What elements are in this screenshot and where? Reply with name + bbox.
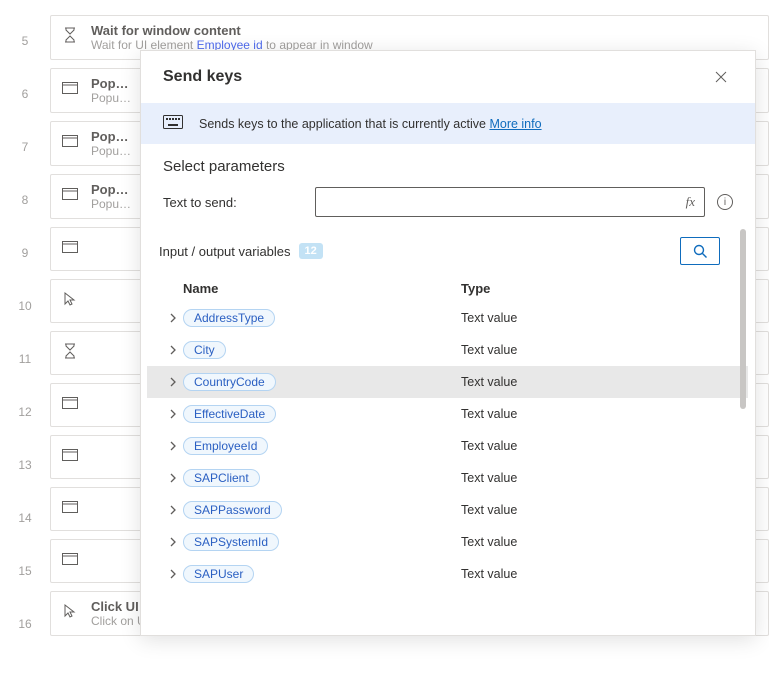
window-icon xyxy=(61,394,79,412)
variable-row[interactable]: EmployeeId Text value xyxy=(147,430,748,462)
scrollbar-thumb[interactable] xyxy=(740,229,746,409)
close-button[interactable] xyxy=(709,65,733,89)
chevron-right-icon[interactable] xyxy=(163,377,183,387)
line-number: 8 xyxy=(22,189,29,242)
chevron-right-icon[interactable] xyxy=(163,473,183,483)
window-icon xyxy=(61,498,79,516)
picker-title: Input / output variables xyxy=(159,244,291,259)
line-number: 12 xyxy=(18,401,31,454)
variable-name-pill: EmployeeId xyxy=(183,437,268,455)
window-icon xyxy=(61,238,79,256)
info-banner: Sends keys to the application that is cu… xyxy=(141,103,755,144)
step-title: Wait for window content xyxy=(91,23,758,38)
line-number: 7 xyxy=(22,136,29,189)
window-icon xyxy=(61,79,79,97)
chevron-right-icon[interactable] xyxy=(163,569,183,579)
variable-type: Text value xyxy=(461,503,748,517)
hourglass-icon xyxy=(61,26,79,44)
window-icon xyxy=(61,446,79,464)
line-number: 6 xyxy=(22,83,29,136)
window-icon xyxy=(61,132,79,150)
line-number: 10 xyxy=(18,295,31,348)
columns-header: Name Type xyxy=(147,275,748,302)
variable-name-pill: SAPClient xyxy=(183,469,260,487)
col-type-header: Type xyxy=(461,281,748,296)
variable-name-pill: SAPSystemId xyxy=(183,533,279,551)
line-number: 5 xyxy=(22,30,29,83)
search-button[interactable] xyxy=(680,237,720,265)
dialog-title: Send keys xyxy=(163,68,242,86)
variable-row[interactable]: SAPClient Text value xyxy=(147,462,748,494)
variable-name-pill: City xyxy=(183,341,226,359)
window-icon xyxy=(61,185,79,203)
hourglass-icon xyxy=(61,342,79,360)
variable-row[interactable]: SAPSystemId Text value xyxy=(147,526,748,558)
variable-name-pill: AddressType xyxy=(183,309,275,327)
variable-count-badge: 12 xyxy=(299,243,323,259)
variable-row[interactable]: AddressType Text value xyxy=(147,302,748,334)
variable-type: Text value xyxy=(461,535,748,549)
variable-name-pill: CountryCode xyxy=(183,373,276,391)
variable-name-pill: SAPPassword xyxy=(183,501,282,519)
cursor-icon xyxy=(61,602,79,620)
banner-text: Sends keys to the application that is cu… xyxy=(199,117,486,131)
variable-name-pill: EffectiveDate xyxy=(183,405,276,423)
close-icon xyxy=(715,71,727,83)
keyboard-icon xyxy=(163,115,183,132)
variable-type: Text value xyxy=(461,567,748,581)
line-number: 13 xyxy=(18,454,31,507)
window-icon xyxy=(61,550,79,568)
variable-type: Text value xyxy=(461,439,748,453)
variable-row[interactable]: SAPUser Text value xyxy=(147,558,748,590)
chevron-right-icon[interactable] xyxy=(163,537,183,547)
variable-name-pill: SAPUser xyxy=(183,565,254,583)
variable-type: Text value xyxy=(461,407,748,421)
fx-button[interactable]: fx xyxy=(682,194,699,210)
variable-type: Text value xyxy=(461,311,748,325)
variable-row[interactable]: CountryCode Text value xyxy=(147,366,748,398)
variable-type: Text value xyxy=(461,343,748,357)
text-to-send-input[interactable] xyxy=(315,187,705,217)
line-number: 16 xyxy=(18,613,31,666)
variable-row[interactable]: City Text value xyxy=(147,334,748,366)
line-number: 11 xyxy=(19,348,31,401)
chevron-right-icon[interactable] xyxy=(163,345,183,355)
info-icon[interactable]: i xyxy=(717,194,733,210)
line-number: 15 xyxy=(18,560,31,613)
chevron-right-icon[interactable] xyxy=(163,505,183,515)
chevron-right-icon[interactable] xyxy=(163,441,183,451)
cursor-icon xyxy=(61,290,79,308)
send-keys-dialog: Send keys Sends keys to the application … xyxy=(140,50,756,636)
line-number: 14 xyxy=(18,507,31,560)
line-number-gutter: 5678910111213141516 xyxy=(0,0,50,684)
param-label: Text to send: xyxy=(163,195,303,210)
variable-picker: Input / output variables 12 Name Type Ad… xyxy=(141,225,755,635)
chevron-right-icon[interactable] xyxy=(163,313,183,323)
more-info-link[interactable]: More info xyxy=(489,117,541,131)
param-text-to-send: Text to send: fx i xyxy=(141,179,755,225)
variable-type: Text value xyxy=(461,471,748,485)
chevron-right-icon[interactable] xyxy=(163,409,183,419)
variable-list[interactable]: AddressTypeText valueCityText valueCount… xyxy=(147,302,748,590)
variable-type: Text value xyxy=(461,375,748,389)
variable-row[interactable]: EffectiveDate Text value xyxy=(147,398,748,430)
search-icon xyxy=(693,244,708,259)
variable-row[interactable]: SAPPassword Text value xyxy=(147,494,748,526)
section-title: Select parameters xyxy=(141,144,755,179)
line-number: 9 xyxy=(22,242,29,295)
col-name-header: Name xyxy=(183,281,461,296)
